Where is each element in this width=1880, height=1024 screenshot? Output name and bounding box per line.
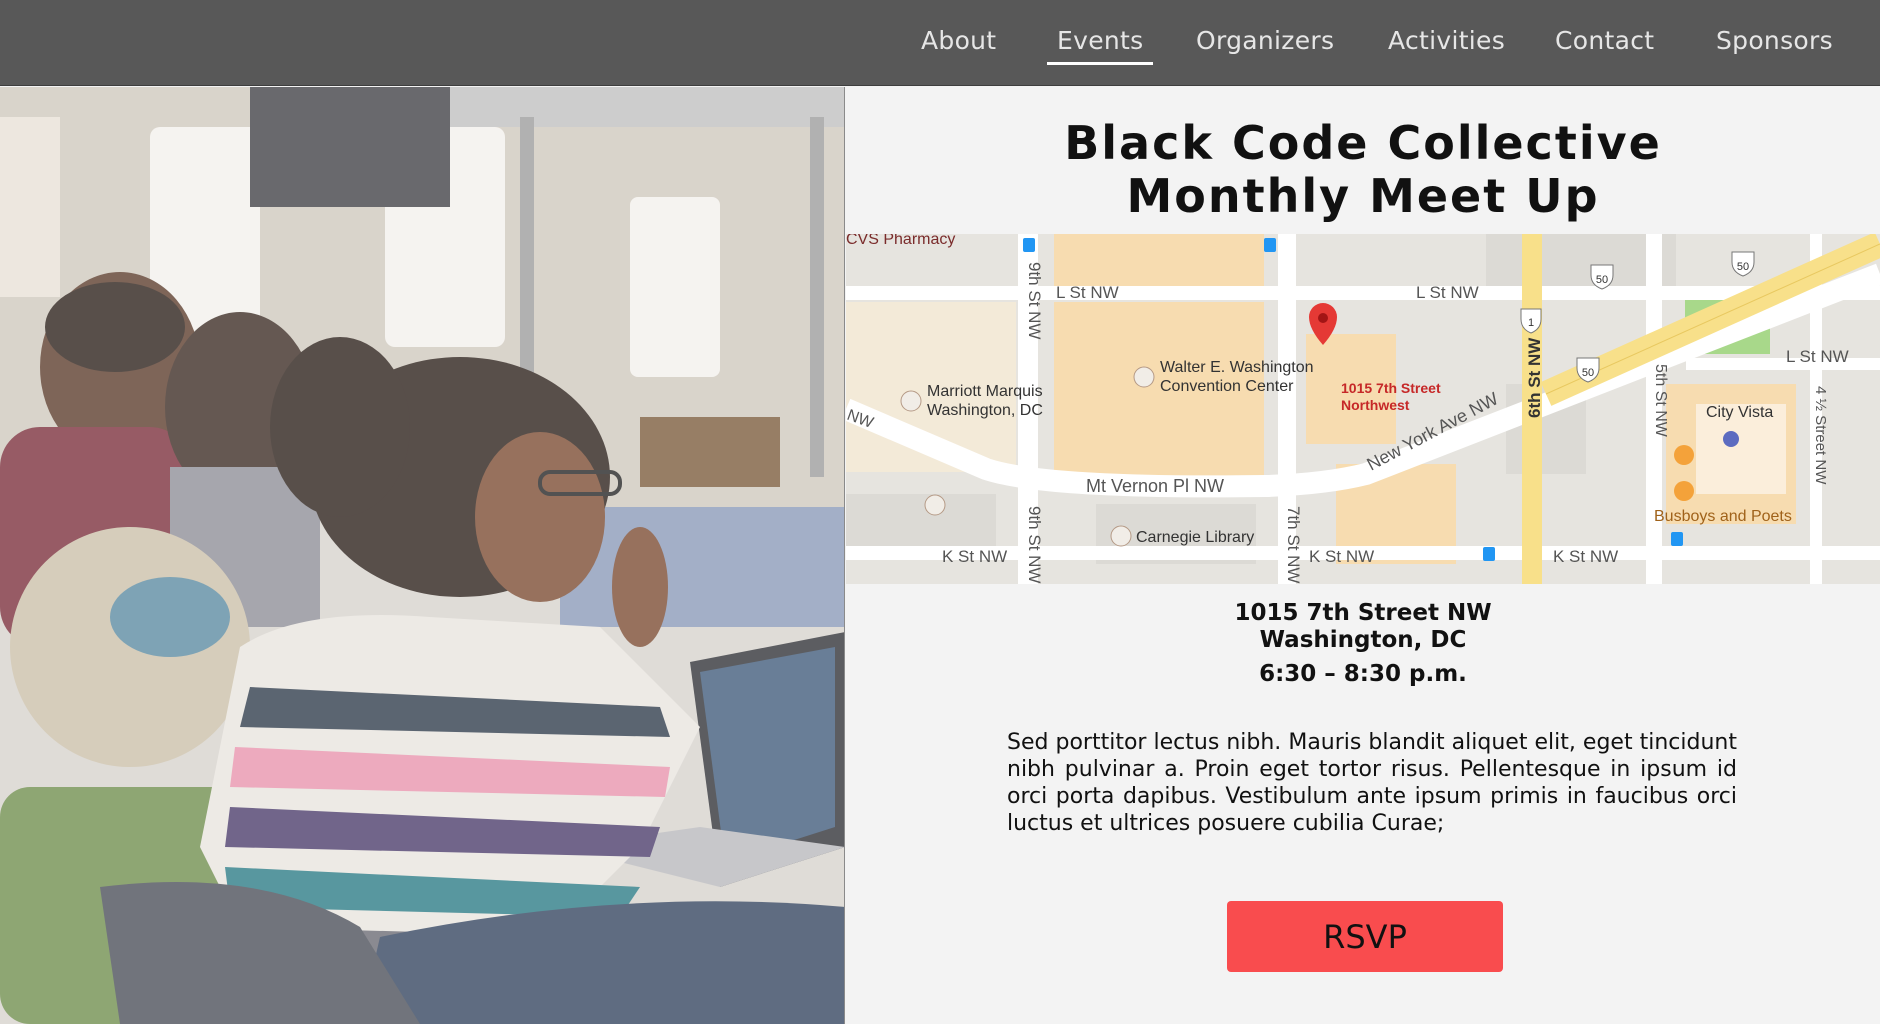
event-description: Sed porttitor lectus nibh. Mauris blandi…: [1007, 730, 1737, 836]
library-icon: [1110, 525, 1132, 547]
event-time: 6:30 – 8:30 p.m.: [1259, 661, 1467, 687]
map-label-mt-vernon: Mt Vernon Pl NW: [1086, 476, 1224, 496]
us-50-shield-label: 50: [1596, 274, 1608, 286]
address-city: Washington, DC: [1259, 627, 1467, 653]
hotel-icon: [900, 390, 922, 412]
bus-stop-icon: [1671, 532, 1683, 546]
restaurant-icon: [1674, 481, 1694, 501]
location-map[interactable]: L St NW L St NW L St NW K St NW K St NW …: [846, 234, 1880, 584]
event-details: Black Code Collective Monthly Meet Up L …: [846, 87, 1880, 1024]
nav-events[interactable]: Events: [1046, 26, 1154, 65]
map-label-7th-st: 7th St NW: [1284, 506, 1303, 583]
map-place-convention: Walter E. Washington: [1160, 359, 1314, 376]
map-pin-label: 1015 7th Street: [1341, 380, 1441, 396]
map-place-cvs: CVS Pharmacy: [846, 234, 955, 248]
restaurant-icon: [1674, 445, 1694, 465]
event-address: 1015 7th Street NW Washington, DC: [846, 600, 1880, 654]
event-title-line2: Monthly Meet Up: [1126, 169, 1600, 223]
map-pin-label-2: Northwest: [1341, 397, 1410, 413]
map-label-l-st: L St NW: [1416, 283, 1479, 302]
map-label-l-st: L St NW: [1786, 347, 1849, 366]
shopping-icon: [1723, 431, 1739, 447]
top-navbar: About Events Organizers Activities Conta…: [0, 0, 1880, 86]
map-label-k-st: K St NW: [1553, 547, 1618, 566]
map-place-marriott: Marriott Marquis: [927, 383, 1043, 400]
map-label-9th-st: 9th St NW: [1025, 262, 1044, 339]
event-title-line1: Black Code Collective: [1064, 116, 1662, 170]
nav-contact[interactable]: Contact: [1555, 26, 1654, 60]
bus-stop-icon: [1264, 238, 1276, 252]
map-place-busboys: Busboys and Poets: [1654, 508, 1792, 525]
us-50-shield-label: 50: [1737, 261, 1749, 273]
museum-icon: [924, 494, 946, 516]
map-label-6th-st: 6th St NW: [1525, 337, 1544, 418]
bus-stop-icon: [1023, 238, 1035, 252]
map-place-carnegie: Carnegie Library: [1136, 529, 1254, 546]
map-place-convention-2: Convention Center: [1160, 378, 1294, 395]
map-label-k-st: K St NW: [942, 547, 1007, 566]
map-place-marriott-city: Washington, DC: [927, 402, 1043, 419]
event-photo: [0, 87, 845, 1024]
bus-stop-icon: [1483, 547, 1495, 561]
nav-organizers[interactable]: Organizers: [1196, 26, 1334, 60]
nav-sponsors[interactable]: Sponsors: [1716, 26, 1833, 60]
map-place-city-vista: City Vista: [1706, 404, 1773, 421]
nav-about[interactable]: About: [921, 26, 996, 60]
map-label-4-half-st: 4 ½ Street NW: [1812, 386, 1829, 485]
map-label-9th-st: 9th St NW: [1025, 506, 1044, 583]
nav-activities[interactable]: Activities: [1388, 26, 1505, 60]
address-street: 1015 7th Street NW: [1234, 600, 1492, 626]
us-1-shield-label: 1: [1528, 317, 1534, 329]
us-50-shield-label: 50: [1582, 367, 1594, 379]
rsvp-button[interactable]: RSVP: [1227, 901, 1503, 972]
map-label-5th-st: 5th St NW: [1652, 364, 1669, 438]
convention-center-icon: [1133, 366, 1155, 388]
map-label-k-st: K St NW: [1309, 547, 1374, 566]
map-label-l-st: L St NW: [1056, 283, 1119, 302]
event-title: Black Code Collective Monthly Meet Up: [846, 117, 1880, 223]
